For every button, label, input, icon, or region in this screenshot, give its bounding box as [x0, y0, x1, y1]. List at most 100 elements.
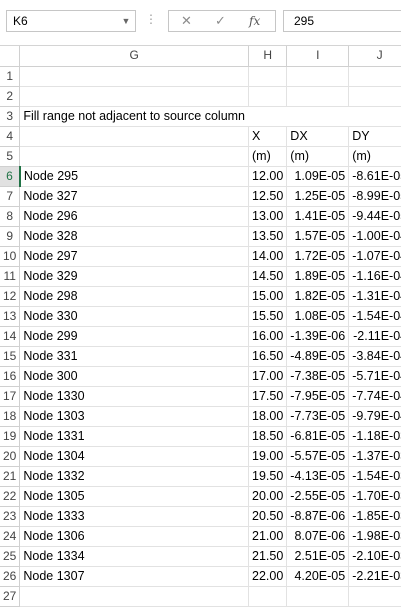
cell-i6[interactable]: 1.09E-05 [286, 166, 350, 187]
cell-h6[interactable]: 12.00 [248, 166, 288, 187]
cell-i15[interactable]: -4.89E-05 [286, 346, 350, 367]
cell-j9[interactable]: -1.00E-04 [348, 226, 401, 247]
cell-j27[interactable] [348, 586, 401, 607]
cell-i9[interactable]: 1.57E-05 [286, 226, 350, 247]
cell-g6[interactable]: Node 295 [19, 166, 250, 187]
cell-g2[interactable] [19, 86, 250, 107]
column-header-i[interactable]: I [286, 46, 350, 67]
cell-h4[interactable]: X [248, 126, 288, 147]
cell-g19[interactable]: Node 1331 [19, 426, 250, 447]
cell-h27[interactable] [248, 586, 288, 607]
cell-h11[interactable]: 14.50 [248, 266, 288, 287]
cell-i24[interactable]: 8.07E-06 [286, 526, 350, 547]
row-header[interactable]: 24 [0, 526, 21, 547]
cell-j11[interactable]: -1.16E-04 [348, 266, 401, 287]
cell-g21[interactable]: Node 1332 [19, 466, 250, 487]
row-header[interactable]: 1 [0, 66, 21, 87]
row-header[interactable]: 12 [0, 286, 21, 307]
row-header[interactable]: 19 [0, 426, 21, 447]
cell-i5[interactable]: (m) [286, 146, 350, 167]
cell-i21[interactable]: -4.13E-05 [286, 466, 350, 487]
cell-i18[interactable]: -7.73E-05 [286, 406, 350, 427]
cell-g18[interactable]: Node 1303 [19, 406, 250, 427]
cell-g7[interactable]: Node 327 [19, 186, 250, 207]
cell-g26[interactable]: Node 1307 [19, 566, 250, 587]
cell-i3[interactable] [286, 106, 349, 127]
row-header[interactable]: 22 [0, 486, 21, 507]
row-header[interactable]: 7 [0, 186, 21, 207]
cell-g23[interactable]: Node 1333 [19, 506, 250, 527]
row-header[interactable]: 16 [0, 366, 21, 387]
worksheet-grid[interactable]: GHIJKL 123Fill range not adjacent to sou… [0, 46, 401, 607]
insert-function-icon[interactable]: fx [249, 14, 260, 28]
cell-j8[interactable]: -9.44E-05 [348, 206, 401, 227]
row-header[interactable]: 20 [0, 446, 21, 467]
row-header[interactable]: 26 [0, 566, 21, 587]
row-header[interactable]: 3 [0, 106, 21, 127]
cell-g1[interactable] [19, 66, 250, 87]
cell-i27[interactable] [286, 586, 350, 607]
select-all-corner[interactable] [0, 46, 21, 67]
cell-g13[interactable]: Node 330 [19, 306, 250, 327]
cell-h23[interactable]: 20.50 [248, 506, 288, 527]
cell-g12[interactable]: Node 298 [19, 286, 250, 307]
cell-i10[interactable]: 1.72E-05 [286, 246, 350, 267]
column-header-h[interactable]: H [248, 46, 288, 67]
cancel-icon[interactable]: ✕ [181, 13, 192, 29]
cell-j17[interactable]: -7.74E-04 [348, 386, 401, 407]
formula-input[interactable]: 295 [283, 10, 401, 32]
cell-h1[interactable] [248, 66, 288, 87]
cell-g5[interactable] [19, 146, 250, 167]
cell-h7[interactable]: 12.50 [248, 186, 288, 207]
cell-g20[interactable]: Node 1304 [19, 446, 250, 467]
cell-j22[interactable]: -1.70E-03 [348, 486, 401, 507]
cell-h13[interactable]: 15.50 [248, 306, 288, 327]
cell-g4[interactable] [19, 126, 250, 147]
cell-h19[interactable]: 18.50 [248, 426, 288, 447]
row-header[interactable]: 21 [0, 466, 21, 487]
cell-j18[interactable]: -9.79E-04 [348, 406, 401, 427]
row-header[interactable]: 25 [0, 546, 21, 567]
cell-g8[interactable]: Node 296 [19, 206, 250, 227]
cell-i22[interactable]: -2.55E-05 [286, 486, 350, 507]
cell-j14[interactable]: -2.11E-04 [348, 326, 401, 347]
cell-g11[interactable]: Node 329 [19, 266, 250, 287]
row-header[interactable]: 10 [0, 246, 21, 267]
row-header[interactable]: 11 [0, 266, 21, 287]
cell-i23[interactable]: -8.87E-06 [286, 506, 350, 527]
cell-i20[interactable]: -5.57E-05 [286, 446, 350, 467]
cell-j26[interactable]: -2.21E-03 [348, 566, 401, 587]
cell-h12[interactable]: 15.00 [248, 286, 288, 307]
cell-h9[interactable]: 13.50 [248, 226, 288, 247]
cell-i12[interactable]: 1.82E-05 [286, 286, 350, 307]
cell-h26[interactable]: 22.00 [248, 566, 288, 587]
cell-h21[interactable]: 19.50 [248, 466, 288, 487]
row-header[interactable]: 23 [0, 506, 21, 527]
cell-h25[interactable]: 21.50 [248, 546, 288, 567]
cell-i26[interactable]: 4.20E-05 [286, 566, 350, 587]
cell-i17[interactable]: -7.95E-05 [286, 386, 350, 407]
row-header[interactable]: 2 [0, 86, 21, 107]
cell-g10[interactable]: Node 297 [19, 246, 250, 267]
cell-h8[interactable]: 13.00 [248, 206, 288, 227]
cell-h20[interactable]: 19.00 [248, 446, 288, 467]
cell-h17[interactable]: 17.50 [248, 386, 288, 407]
row-header[interactable]: 27 [0, 586, 21, 607]
cell-j7[interactable]: -8.99E-05 [348, 186, 401, 207]
cell-h22[interactable]: 20.00 [248, 486, 288, 507]
cell-h2[interactable] [248, 86, 288, 107]
row-header[interactable]: 15 [0, 346, 21, 367]
cell-h5[interactable]: (m) [248, 146, 288, 167]
cell-i16[interactable]: -7.38E-05 [286, 366, 350, 387]
row-header[interactable]: 4 [0, 126, 21, 147]
enter-icon[interactable]: ✓ [215, 13, 226, 29]
cell-i25[interactable]: 2.51E-05 [286, 546, 350, 567]
cell-g14[interactable]: Node 299 [19, 326, 250, 347]
cell-i2[interactable] [286, 86, 350, 107]
cell-j13[interactable]: -1.54E-04 [348, 306, 401, 327]
cell-j15[interactable]: -3.84E-04 [348, 346, 401, 367]
cell-g3[interactable]: Fill range not adjacent to source column [19, 106, 249, 127]
row-header[interactable]: 8 [0, 206, 21, 227]
cell-j24[interactable]: -1.98E-03 [348, 526, 401, 547]
cell-j4[interactable]: DY [348, 126, 401, 147]
